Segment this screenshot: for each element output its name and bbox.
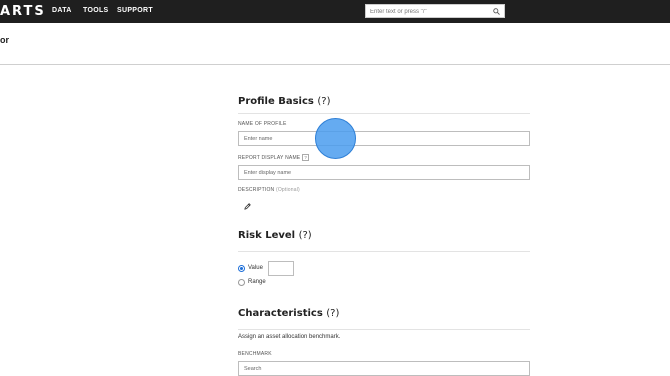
risk-level-help[interactable]: (?) [299, 230, 312, 241]
pencil-icon[interactable] [243, 202, 252, 211]
search-icon[interactable] [493, 8, 500, 15]
display-name-input[interactable] [238, 165, 530, 180]
risk-level-title: Risk Level [238, 230, 296, 241]
profile-basics-divider [238, 113, 530, 114]
report-display-name-label-text: REPORT DISPLAY NAME [238, 155, 301, 161]
display-name-help[interactable]: ? [302, 154, 310, 161]
description-label: DESCRIPTION (Optional) [238, 187, 300, 193]
global-search-box [365, 4, 505, 18]
profile-name-input[interactable] [238, 131, 530, 146]
characteristics-title: Characteristics [238, 308, 323, 319]
benchmark-label: BENCHMARK [238, 351, 272, 357]
profile-basics-title: Profile Basics [238, 96, 314, 107]
risk-range-label[interactable]: Range [248, 279, 266, 285]
risk-range-radio[interactable] [238, 279, 245, 286]
app-logo[interactable]: ARTS [0, 4, 46, 19]
profile-basics-heading: Profile Basics (?) [238, 96, 330, 107]
name-of-profile-label: NAME OF PROFILE [238, 121, 287, 127]
risk-value-label[interactable]: Value [248, 265, 263, 271]
risk-value-input[interactable] [268, 261, 294, 276]
profile-basics-help[interactable]: (?) [317, 96, 330, 107]
description-label-text: DESCRIPTION [238, 187, 275, 193]
page-header: or [0, 23, 670, 65]
risk-level-divider [238, 251, 530, 252]
description-optional: (Optional) [275, 187, 300, 193]
global-search-input[interactable] [370, 6, 488, 17]
nav-item-data[interactable]: DATA [52, 7, 72, 14]
risk-value-radio[interactable] [238, 265, 245, 272]
characteristics-help[interactable]: (?) [326, 308, 339, 319]
page-title: or [0, 35, 9, 45]
risk-level-heading: Risk Level (?) [238, 230, 312, 241]
characteristics-heading: Characteristics (?) [238, 308, 339, 319]
top-navigation-bar: ARTS DATA TOOLS SUPPORT [0, 0, 670, 23]
nav-item-tools[interactable]: TOOLS [83, 7, 108, 14]
characteristics-divider [238, 329, 530, 330]
nav-item-support[interactable]: SUPPORT [117, 7, 153, 14]
cursor-indicator [315, 118, 356, 159]
characteristics-description: Assign an asset allocation benchmark. [238, 334, 341, 340]
report-display-name-label: REPORT DISPLAY NAME? [238, 154, 310, 161]
